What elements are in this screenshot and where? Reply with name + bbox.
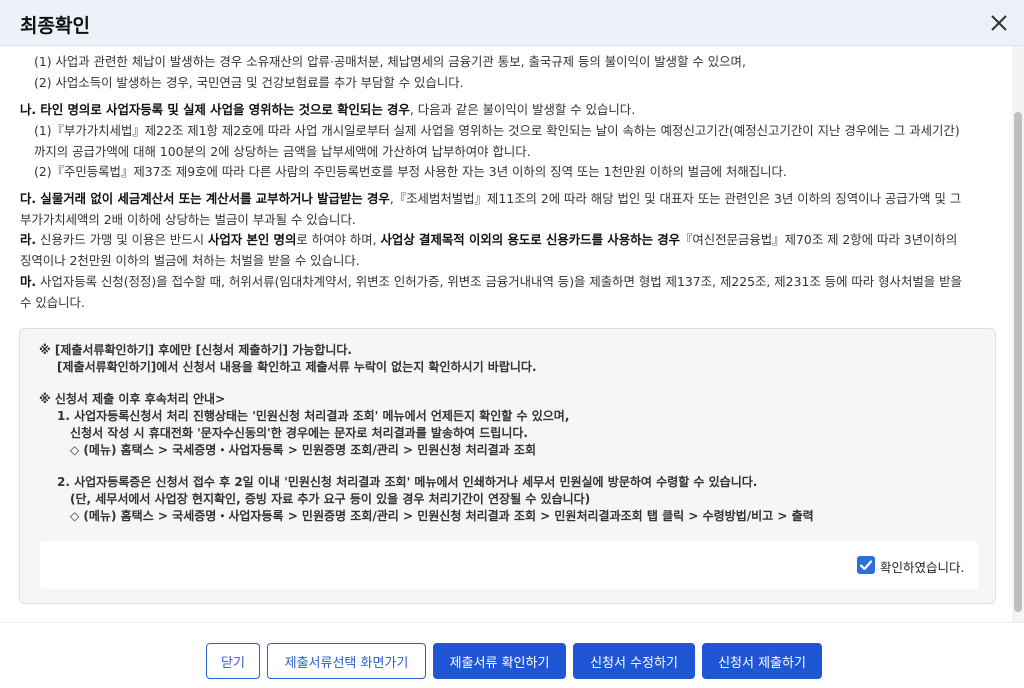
notice-line: 1. 사업자등록신청서 처리 진행상태는 '민원신청 처리결과 조회' 메뉴에서… (57, 409, 570, 423)
confirm-checkbox[interactable] (857, 556, 875, 574)
confirm-label[interactable]: 확인하였습니다. (880, 557, 964, 576)
terms-text-segment: 로 하여야 하며, (296, 232, 381, 247)
edit-application-button[interactable]: 신청서 수정하기 (573, 643, 695, 679)
notice-line: ※ 신청서 제출 이후 후속처리 안내> (39, 392, 226, 406)
terms-line: (1) 사업과 관련한 체납이 발생하는 경우 소유재산의 압류·공매처분, 체… (34, 54, 746, 70)
terms-text-segment: (2)『주민등록법』제37조 제9호에 따라 다른 사람의 주민등록번호를 부정… (34, 164, 787, 179)
terms-line: 다. 실물거래 없이 세금계산서 또는 계산서를 교부하거나 발급받는 경우,『… (20, 191, 961, 207)
terms-line: 까지의 공급가액에 대해 100분의 2에 상당하는 금액을 납부세액에 가산하… (34, 144, 531, 160)
dialog-content: (1) 사업과 관련한 체납이 발생하는 경우 소유재산의 압류·공매처분, 체… (0, 46, 1010, 622)
terms-text-segment: 수 있습니다. (20, 295, 85, 310)
terms-line: (2) 사업소득이 발생하는 경우, 국민연금 및 건강보험료를 추가 부담할 … (34, 75, 464, 91)
dialog-footer: 닫기 제출서류선택 화면가기 제출서류 확인하기 신청서 수정하기 신청서 제출… (0, 622, 1024, 688)
terms-line: 부가가치세액의 2배 이하에 상당하는 벌금이 부과될 수 있습니다. (20, 212, 356, 228)
terms-line: (1)『부가가치세법』제22조 제1항 제2호에 따라 사업 개시일로부터 실제… (34, 123, 960, 139)
notice-line: ◇ (메뉴) 홈택스 > 국세증명・사업자등록 > 민원증명 조회/관리 > 민… (70, 443, 536, 457)
notice-line: [제출서류확인하기]에서 신청서 내용을 확인하고 제출서류 누락이 없는지 확… (57, 360, 537, 374)
notice-line: 2. 사업자등록증은 신청서 접수 후 2일 이내 '민원신청 처리결과 조회'… (57, 475, 758, 489)
terms-text-segment: (1) 사업과 관련한 체납이 발생하는 경우 소유재산의 압류·공매처분, 체… (34, 54, 746, 69)
terms-line: 수 있습니다. (20, 295, 85, 311)
notice-line: ◇ (메뉴) 홈택스 > 국세증명・사업자등록 > 민원증명 조회/관리 > 민… (70, 509, 814, 523)
submit-application-button[interactable]: 신청서 제출하기 (702, 643, 822, 679)
terms-line: (2)『주민등록법』제37조 제9호에 따라 다른 사람의 주민등록번호를 부정… (34, 164, 787, 180)
terms-emphasis: 나. 타인 명의로 사업자등록 및 실제 사업을 영위하는 것으로 확인되는 경… (20, 102, 410, 117)
dialog-title: 최종확인 (20, 15, 90, 37)
terms-text-segment: (1)『부가가치세법』제22조 제1항 제2호에 따라 사업 개시일로부터 실제… (34, 123, 960, 138)
close-dialog-button[interactable]: 닫기 (206, 643, 260, 679)
terms-line: 마. 사업자등록 신청(정정)을 접수할 때, 허위서류(임대차계약서, 위변조… (20, 274, 962, 290)
notice-line: (단, 세무서에서 사업장 현지확인, 증빙 자료 추가 요구 등이 있을 경우… (70, 492, 591, 506)
close-icon (991, 15, 1007, 31)
scrollbar-thumb[interactable] (1014, 112, 1022, 612)
check-documents-button[interactable]: 제출서류 확인하기 (433, 643, 566, 679)
terms-line: 나. 타인 명의로 사업자등록 및 실제 사업을 영위하는 것으로 확인되는 경… (20, 102, 635, 118)
terms-line: 라. 신용카드 가맹 및 이용은 반드시 사업자 본인 명의로 하여야 하며, … (20, 232, 957, 248)
terms-emphasis: 마. (20, 274, 37, 289)
terms-text-segment: 부가가치세액의 2배 이하에 상당하는 벌금이 부과될 수 있습니다. (20, 212, 356, 227)
terms-text-segment: ,『조세범처벌법』제11조의 2에 따라 해당 법인 및 대표자 또는 관련인은… (389, 191, 962, 206)
terms-text-segment: 『여신전문금융법』제70조 제 2항에 따라 3년이하의 (680, 232, 958, 247)
terms-text-segment: (2) 사업소득이 발생하는 경우, 국민연금 및 건강보험료를 추가 부담할 … (34, 75, 464, 90)
terms-text-segment: 까지의 공급가액에 대해 100분의 2에 상당하는 금액을 납부세액에 가산하… (34, 144, 531, 159)
notice-line: 신청서 작성 시 휴대전화 '문자수신동의'한 경우에는 문자로 처리결과를 발… (70, 426, 528, 440)
terms-emphasis: 사업자 본인 명의 (207, 232, 297, 247)
terms-text-segment: 징역이나 2천만원 이하의 벌금에 처하는 처벌을 받을 수 있습니다. (20, 253, 360, 268)
terms-emphasis: 다. 실물거래 없이 세금계산서 또는 계산서를 교부하거나 발급받는 경우 (20, 191, 390, 206)
confirm-area: 확인하였습니다. (40, 541, 978, 589)
terms-text-segment: 사업자등록 신청(정정)을 접수할 때, 허위서류(임대차계약서, 위변조 인허… (36, 274, 962, 289)
close-button[interactable] (986, 10, 1012, 36)
notice-line: ※ [제출서류확인하기] 후에만 [신청서 제출하기] 가능합니다. (39, 343, 352, 357)
check-icon (859, 560, 873, 571)
dialog-header: 최종확인 (0, 0, 1024, 46)
terms-text-segment: 신용카드 가맹 및 이용은 반드시 (36, 232, 208, 247)
back-to-doc-select-button[interactable]: 제출서류선택 화면가기 (267, 643, 426, 679)
notice-box: ※ [제출서류확인하기] 후에만 [신청서 제출하기] 가능합니다. [제출서류… (19, 328, 996, 604)
terms-emphasis: 사업상 결제목적 이외의 용도로 신용카드를 사용하는 경우 (380, 232, 680, 247)
terms-line: 징역이나 2천만원 이하의 벌금에 처하는 처벌을 받을 수 있습니다. (20, 253, 360, 269)
scrollbar[interactable] (1012, 46, 1024, 622)
terms-text-segment: , 다음과 같은 불이익이 발생할 수 있습니다. (409, 102, 636, 117)
terms-emphasis: 라. (20, 232, 37, 247)
